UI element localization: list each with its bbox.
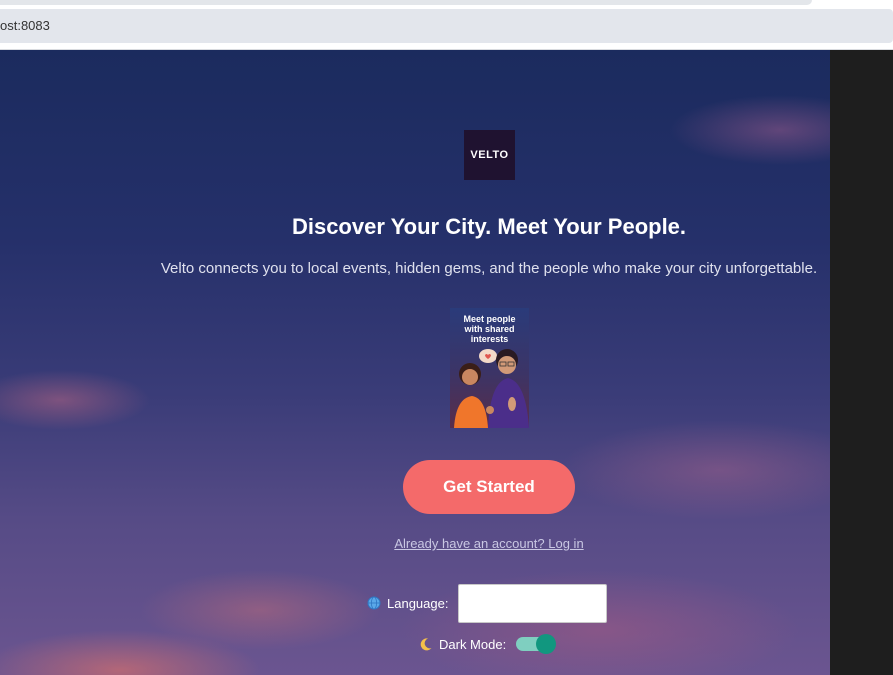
browser-tab-bar [0,0,812,5]
toggle-knob[interactable] [536,634,557,654]
hero-subtitle: Velto connects you to local events, hidd… [160,260,818,277]
language-setting: Language: [367,583,608,623]
login-link-text[interactable]: Already have an account? Log in [394,536,583,551]
moon-icon [420,638,432,651]
people-illustration [454,349,529,428]
browser-tab-strip [0,0,893,9]
hero-background [0,50,830,675]
address-bar[interactable] [0,9,893,43]
onboarding-illustration: Meet people with shared interests [450,308,529,428]
globe-icon [367,596,381,610]
browser-chrome: ost:8083 [0,0,893,50]
logo-text: VELTO [470,149,509,161]
address-url[interactable]: ost:8083 [0,9,50,43]
language-label: Language: [387,595,449,611]
get-started-button[interactable]: Get Started [403,460,575,514]
dark-mode-setting: Dark Mode: [419,632,557,656]
dark-mode-toggle[interactable] [516,634,557,654]
login-link: Already have an account? Log in [0,536,893,551]
velto-logo: VELTO [464,130,515,180]
dark-mode-label: Dark Mode: [439,636,507,652]
language-input[interactable] [458,583,608,623]
page-viewport: VELTO Discover Your City. Meet Your Peop… [0,50,893,675]
right-gutter [830,50,893,675]
hero-headline: Discover Your City. Meet Your People. [291,214,687,239]
